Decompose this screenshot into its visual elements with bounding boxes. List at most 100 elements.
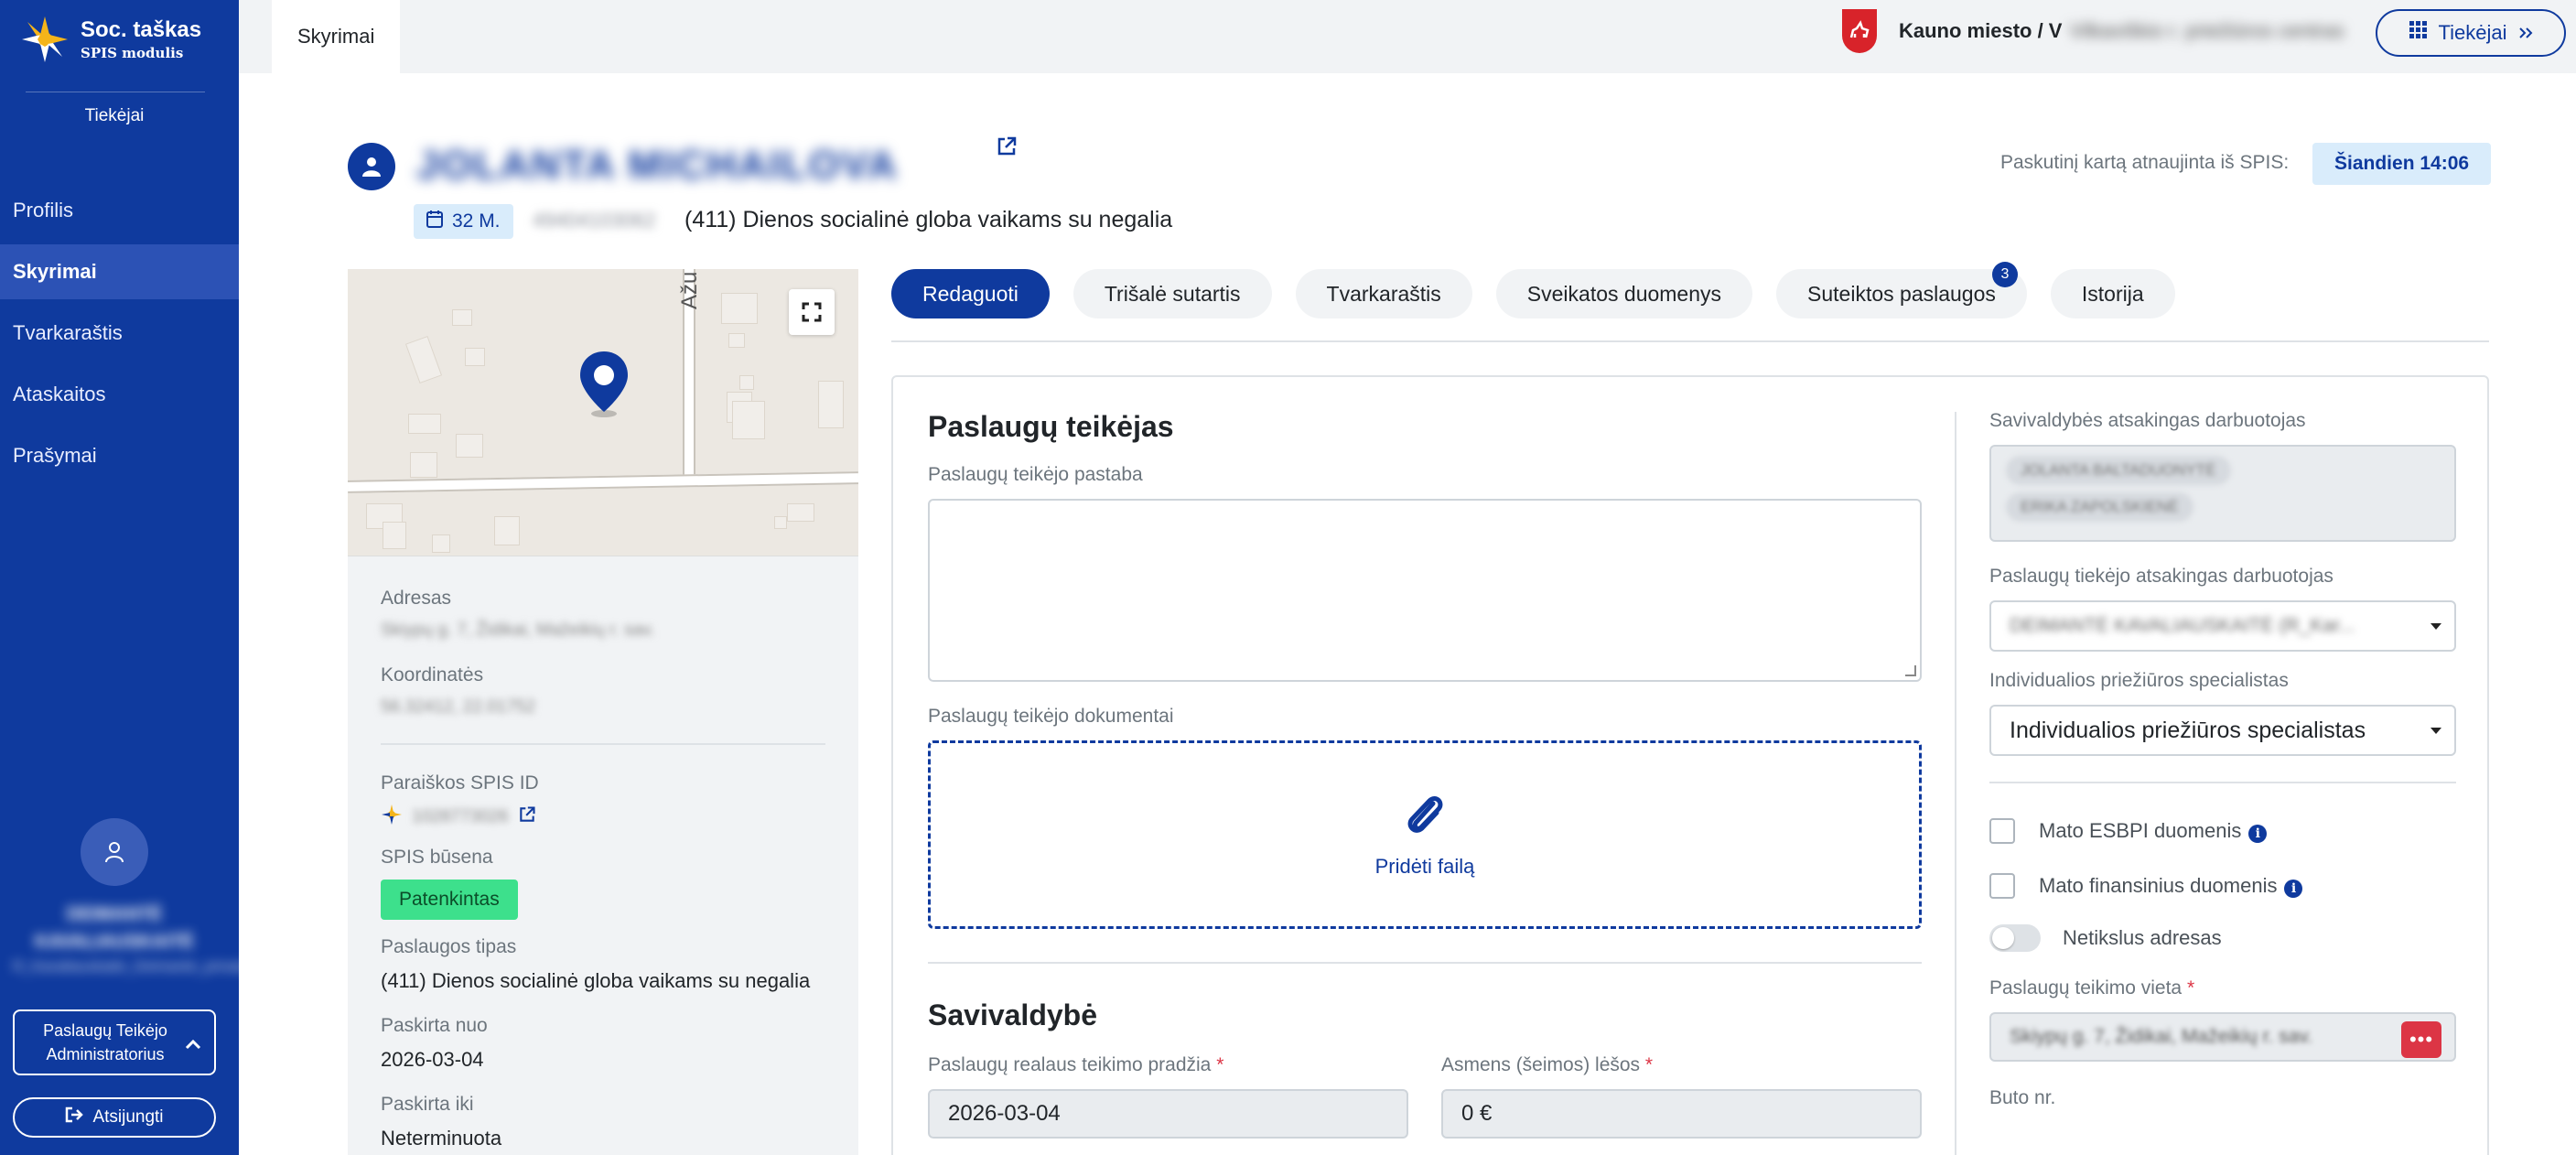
inaccurate-address-toggle[interactable] xyxy=(1989,924,2041,952)
spis-id-value[interactable]: 1028773026 xyxy=(412,807,509,827)
location-map[interactable]: Ažu xyxy=(348,269,858,556)
inaccurate-label: Netikslus adresas xyxy=(2063,926,2222,949)
start-date-label: Paslaugų realaus teikimo pradžia * xyxy=(928,1054,1224,1075)
sidebar: Soc. taškas SPIS modulis Tiekėjai Profil… xyxy=(0,0,256,1155)
tab-redaguoti[interactable]: Redaguoti xyxy=(891,269,1050,318)
user-avatar[interactable] xyxy=(81,818,148,886)
map-building xyxy=(494,516,520,545)
section-divider xyxy=(928,962,1922,964)
column-divider xyxy=(1955,412,1956,1155)
info-icon[interactable]: i xyxy=(2248,825,2268,843)
finance-label: Mato finansinius duomenis xyxy=(2039,874,2278,897)
form-left-column: Paslaugų teikėjas Paslaugų teikėjo pasta… xyxy=(928,377,1922,1139)
staff-tag: JOLANTA BALTADUONYTĖ xyxy=(2006,456,2231,485)
esbpi-label: Mato ESBPI duomenis xyxy=(2039,819,2242,842)
muni-staff-multiselect[interactable]: JOLANTA BALTADUONYTĖ ERIKA ZAPOLSKIENĖ xyxy=(1989,445,2456,542)
resize-handle-icon[interactable] xyxy=(1905,665,1916,676)
external-link-icon[interactable] xyxy=(518,805,536,828)
logout-label: Atsijungti xyxy=(92,1107,164,1127)
info-panel: Ažu Adresas Skiypų g. 7, Židikai, Mažeik… xyxy=(348,269,858,1155)
finance-checkbox[interactable] xyxy=(1989,873,2015,899)
add-file-label: Pridėti failą xyxy=(1374,855,1475,878)
address-label: Adresas xyxy=(381,588,452,609)
assigned-from-value: 2026-03-04 xyxy=(381,1048,484,1071)
map-pin-icon[interactable] xyxy=(578,350,630,424)
municipality-name-rest: Vilkaviškio r. priežiūros centras xyxy=(2069,19,2344,42)
provider-staff-value: DEIMANTĖ KAVALIAUSKAITĖ (R_Kar... xyxy=(2010,615,2355,636)
tab-istorija[interactable]: Istorija xyxy=(2050,269,2175,318)
esbpi-checkbox[interactable] xyxy=(1989,818,2015,844)
assigned-to-value: Neterminuota xyxy=(381,1127,502,1150)
tab-trisale-sutartis[interactable]: Trišalė sutartis xyxy=(1072,269,1272,318)
funds-label: Asmens (šeimos) lėšos * xyxy=(1441,1054,1654,1075)
detail-tabs: Redaguoti Trišalė sutartis Tvarkaraštis … xyxy=(891,262,2175,318)
sidebar-role-title: Tiekėjai xyxy=(84,106,145,125)
municipality-crest-icon xyxy=(1842,9,1877,53)
chevron-up-icon xyxy=(185,1033,201,1057)
sidebar-item-profilis[interactable]: Profilis xyxy=(0,183,239,238)
tab-sveikatos-duomenys[interactable]: Sveikatos duomenys xyxy=(1495,269,1753,318)
municipality-name: Kauno miesto / V xyxy=(1899,19,2063,42)
map-building xyxy=(383,522,406,549)
provider-staff-label: Paslaugų tiekėjo atsakingas darbuotojas xyxy=(1989,566,2333,587)
user-name: DEIMANTĖ KAVALIAUSKAITĖ xyxy=(35,904,194,952)
tab-tvarkarastis[interactable]: Tvarkaraštis xyxy=(1295,269,1472,318)
sidebar-item-ataskaitos[interactable]: Ataskaitos xyxy=(0,367,239,422)
tab-skyrimai[interactable]: Skyrimai xyxy=(272,0,401,73)
tab-count-badge: 3 xyxy=(1991,262,2018,287)
funds-input[interactable]: 0 € xyxy=(1441,1089,1922,1139)
place-label: Paslaugų teikimo vieta * xyxy=(1989,977,2195,998)
provider-section-title: Paslaugų teikėjas xyxy=(928,410,1174,443)
sidebar-item-tvarkarastis[interactable]: Tvarkaraštis xyxy=(0,306,239,361)
app-logo[interactable]: Soc. taškas SPIS modulis xyxy=(18,13,201,66)
specialist-label: Individualios priežiūros specialistas xyxy=(1989,670,2289,691)
provider-staff-select[interactable]: DEIMANTĖ KAVALIAUSKAITĖ (R_Kar... xyxy=(1989,600,2456,652)
assigned-to-label: Paskirta iki xyxy=(381,1094,474,1115)
person-age: 32 M. xyxy=(452,210,501,232)
spis-logo-icon xyxy=(381,804,403,830)
map-building xyxy=(787,503,814,522)
provider-docs-label: Paslaugų teikėjo dokumentai xyxy=(928,706,1174,727)
map-building xyxy=(774,516,787,529)
logo-subtitle: SPIS modulis xyxy=(81,45,184,61)
info-icon[interactable]: i xyxy=(2284,880,2303,898)
calendar-icon xyxy=(426,210,443,233)
tiekejai-label: Tiekėjai xyxy=(2438,21,2507,44)
sidebar-item-skyrimai[interactable]: Skyrimai xyxy=(0,244,239,299)
spis-status-badge: Patenkintas xyxy=(381,880,518,920)
coords-value: 56.32412, 22.01752 xyxy=(381,697,536,717)
specialist-value: Individualios priežiūros specialistas xyxy=(2010,717,2366,743)
logout-button[interactable]: Atsijungti xyxy=(13,1097,216,1138)
map-building xyxy=(452,309,472,326)
tab-suteiktos-paslaugos-label: Suteiktos paslaugos xyxy=(1807,281,1996,306)
map-building xyxy=(456,434,483,458)
assigned-from-label: Paskirta nuo xyxy=(381,1015,488,1036)
person-age-badge: 32 M. xyxy=(414,204,513,239)
more-options-button[interactable]: ••• xyxy=(2401,1021,2441,1058)
caret-down-icon xyxy=(2430,728,2441,734)
tab-suteiktos-paslaugos[interactable]: Suteiktos paslaugos 3 xyxy=(1776,262,2027,318)
user-icon xyxy=(105,842,124,863)
grid-icon xyxy=(2409,21,2428,45)
map-building xyxy=(721,293,758,324)
role-switch-button[interactable]: Paslaugų Teikėjo Administratorius xyxy=(13,1009,216,1075)
tiekejai-button[interactable]: Tiekėjai xyxy=(2376,9,2566,57)
service-type-label: Paslaugos tipas xyxy=(381,936,517,957)
place-input[interactable]: Skiypų g. 7, Židikai, Mažeikių r. sav. •… xyxy=(1989,1012,2456,1062)
updated-badge: Šiandien 14:06 xyxy=(2312,143,2492,185)
map-building xyxy=(732,401,765,439)
info-details: Adresas Skiypų g. 7, Židikai, Mažeikių r… xyxy=(381,588,825,1150)
esbpi-row: Mato ESBPI duomenis i xyxy=(1989,818,2456,844)
external-link-icon[interactable] xyxy=(996,135,1018,162)
person-name: JOLANTA MICHAILOVA xyxy=(416,143,899,188)
address-value: Skiypų g. 7, Židikai, Mažeikių r. sav. xyxy=(381,621,655,640)
municipality-selector[interactable]: Kauno miesto / V Vilkaviškio r. priežiūr… xyxy=(1842,9,2344,53)
start-date-input[interactable]: 2026-03-04 xyxy=(928,1089,1408,1139)
spis-id-label: Paraiškos SPIS ID xyxy=(381,772,539,793)
file-dropzone[interactable]: Pridėti failą xyxy=(928,740,1922,929)
provider-note-textarea[interactable] xyxy=(928,499,1922,682)
place-value: Skiypų g. 7, Židikai, Mažeikių r. sav. xyxy=(2010,1026,2313,1047)
specialist-select[interactable]: Individualios priežiūros specialistas xyxy=(1989,705,2456,756)
sidebar-item-prasymai[interactable]: Prašymai xyxy=(0,428,239,483)
map-fullscreen-button[interactable] xyxy=(789,289,835,335)
